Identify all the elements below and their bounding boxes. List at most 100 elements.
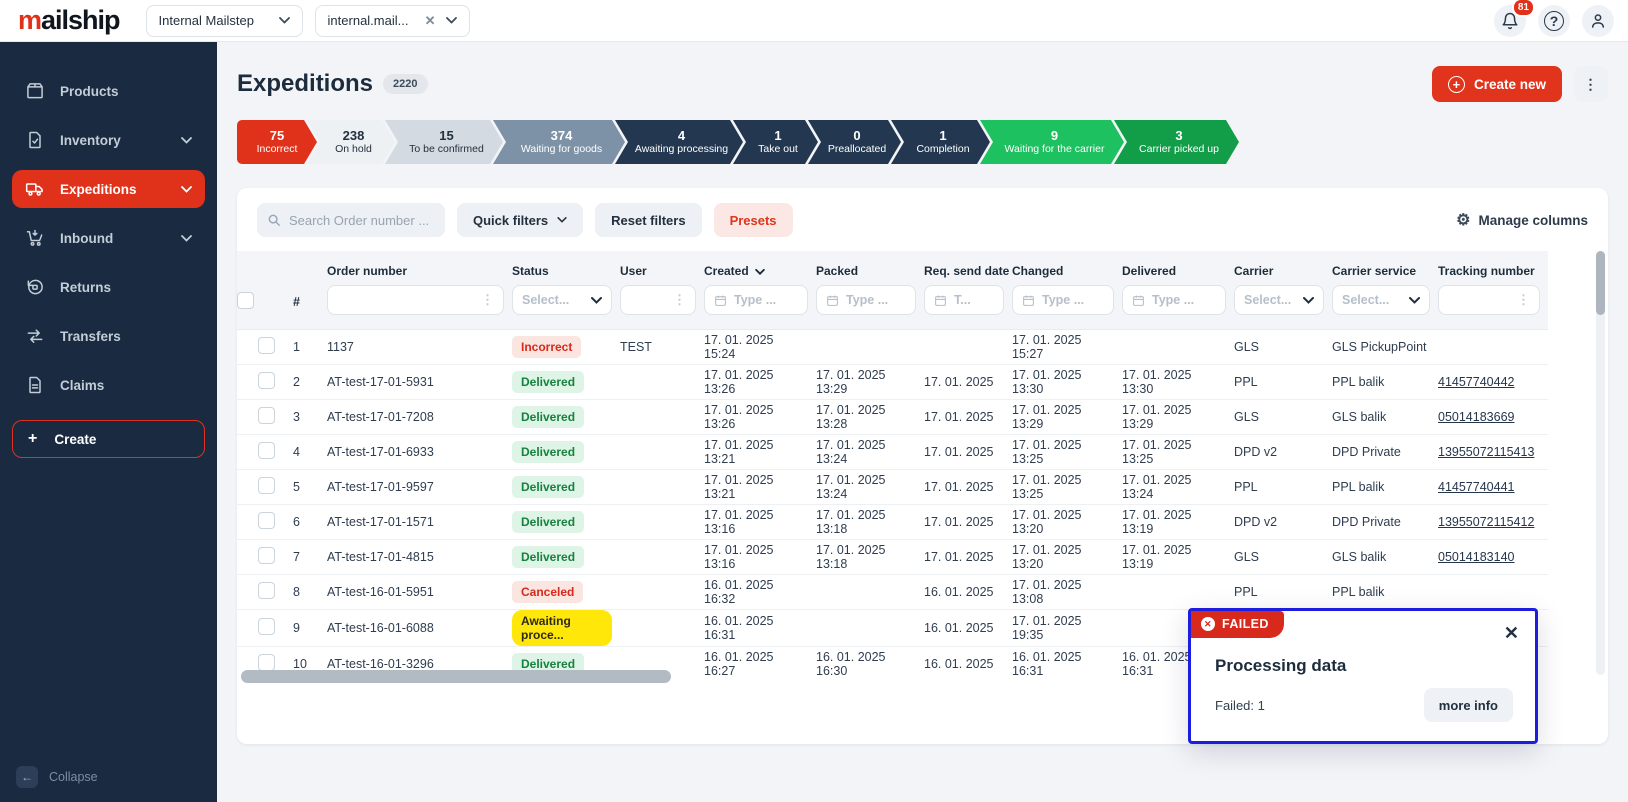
user-menu-button[interactable] [1582, 5, 1614, 37]
row-checkbox[interactable] [258, 512, 275, 529]
status-badge: Awaiting proce... [512, 610, 612, 646]
table-row[interactable]: 7AT-test-17-01-4815Delivered17. 01. 2025… [237, 539, 1548, 574]
pipeline-stage-waiting-for-the-carrier[interactable]: 9Waiting for the carrier [980, 120, 1124, 164]
pipeline-stage-awaiting-processing[interactable]: 4Awaiting processing [615, 120, 743, 164]
filter-created-date[interactable]: Type ... [704, 285, 808, 315]
cell-delivered: 17. 01. 2025 13:24 [1122, 469, 1234, 504]
horizontal-scrollbar[interactable] [241, 670, 671, 683]
tracking-link[interactable]: 05014183140 [1438, 550, 1514, 564]
create-new-button[interactable]: + Create new [1432, 66, 1562, 102]
mailship-logo[interactable]: mailship [18, 5, 120, 36]
vertical-scrollbar-track[interactable] [1596, 251, 1605, 675]
row-checkbox[interactable] [258, 547, 275, 564]
filter-req-send-date[interactable]: T... [924, 285, 1004, 315]
help-button[interactable]: ? [1538, 5, 1570, 37]
sidebar-item-inbound[interactable]: Inbound [12, 219, 205, 257]
filter-menu-icon[interactable]: ⋮ [673, 292, 686, 308]
col-delivered[interactable]: Delivered [1122, 251, 1234, 285]
col-carrier-service[interactable]: Carrier service [1332, 251, 1438, 285]
remove-tag-icon[interactable]: ✕ [425, 13, 436, 29]
table-row[interactable]: 4AT-test-17-01-6933Delivered17. 01. 2025… [237, 434, 1548, 469]
pipeline-stage-incorrect[interactable]: 75Incorrect [237, 120, 317, 164]
pipeline-stage-carrier-picked-up[interactable]: 3Carrier picked up [1114, 120, 1239, 164]
tracking-link[interactable]: 13955072115413 [1438, 445, 1534, 459]
pipeline-stage-completion[interactable]: 1Completion [891, 120, 990, 164]
table-row[interactable]: 11137IncorrectTEST17. 01. 2025 15:2417. … [237, 329, 1548, 364]
table-row[interactable]: 6AT-test-17-01-1571Delivered17. 01. 2025… [237, 504, 1548, 539]
row-checkbox[interactable] [258, 442, 275, 459]
col-carrier[interactable]: Carrier [1234, 251, 1332, 285]
cell-order-number: AT-test-17-01-5931 [327, 364, 512, 399]
col-status[interactable]: Status [512, 251, 620, 285]
pipeline-stage-waiting-for-goods[interactable]: 374Waiting for goods [493, 120, 625, 164]
vertical-scrollbar-thumb[interactable] [1596, 251, 1605, 315]
error-circle-icon: ✕ [1201, 617, 1215, 631]
filter-user-input[interactable]: ⋮ [620, 285, 696, 315]
row-checkbox[interactable] [258, 372, 275, 389]
row-checkbox[interactable] [258, 477, 275, 494]
filter-changed-date[interactable]: Type ... [1012, 285, 1114, 315]
table-row[interactable]: 8AT-test-16-01-5951Canceled16. 01. 2025 … [237, 574, 1548, 609]
col-user[interactable]: User [620, 251, 704, 285]
manage-columns-button[interactable]: ⚙ Manage columns [1456, 210, 1588, 230]
col-created[interactable]: Created [704, 251, 816, 285]
sidebar-item-inventory[interactable]: Inventory [12, 121, 205, 159]
notifications-button[interactable]: 81 [1494, 5, 1526, 37]
col-order-number[interactable]: Order number [327, 251, 512, 285]
filter-packed-date[interactable]: Type ... [816, 285, 916, 315]
col-tracking-number[interactable]: Tracking number [1438, 251, 1548, 285]
filter-carrier-select[interactable]: Select... [1234, 285, 1324, 315]
col-packed[interactable]: Packed [816, 251, 924, 285]
table-row[interactable]: 2AT-test-17-01-5931Delivered17. 01. 2025… [237, 364, 1548, 399]
tracking-link[interactable]: 41457740441 [1438, 480, 1514, 494]
tracking-link[interactable]: 13955072115412 [1438, 515, 1534, 529]
select-all-checkbox[interactable] [237, 292, 254, 309]
sidebar-item-transfers[interactable]: Transfers [12, 317, 205, 355]
pipeline-stage-to-be-confirmed[interactable]: 15To be confirmed [385, 120, 503, 164]
row-checkbox[interactable] [258, 582, 275, 599]
quick-filters-button[interactable]: Quick filters [457, 203, 583, 237]
close-icon[interactable]: ✕ [1504, 623, 1519, 644]
row-checkbox[interactable] [258, 618, 275, 635]
collapse-sidebar-button[interactable]: ← Collapse [16, 766, 98, 788]
row-checkbox[interactable] [258, 407, 275, 424]
more-actions-button[interactable]: ⋮ [1574, 66, 1608, 102]
user-icon [1589, 12, 1607, 30]
sidebar-item-products[interactable]: Products [12, 72, 205, 110]
search-input[interactable]: Search Order number ... [257, 203, 445, 237]
col-req-send-date[interactable]: Req. send date [924, 251, 1012, 285]
pipeline-stage-preallocated[interactable]: 0Preallocated [808, 120, 901, 164]
filter-menu-icon[interactable]: ⋮ [481, 292, 494, 308]
active-filter-tag[interactable]: internal.mail... ✕ [315, 5, 470, 37]
pipeline-stage-take-out[interactable]: 1Take out [733, 120, 818, 164]
sidebar-item-expeditions[interactable]: Expeditions [12, 170, 205, 208]
more-info-button[interactable]: more info [1424, 688, 1513, 722]
chevron-down-icon [181, 235, 192, 242]
sidebar-create-button[interactable]: + Create [12, 420, 205, 458]
filter-tracking-input[interactable]: ⋮ [1438, 285, 1540, 315]
table-row[interactable]: 3AT-test-17-01-7208Delivered17. 01. 2025… [237, 399, 1548, 434]
cell-changed: 17. 01. 2025 13:20 [1012, 539, 1122, 574]
cell-changed: 17. 01. 2025 13:29 [1012, 399, 1122, 434]
filter-menu-icon[interactable]: ⋮ [1517, 292, 1530, 308]
presets-button[interactable]: Presets [714, 203, 793, 237]
sidebar-item-returns[interactable]: Returns [12, 268, 205, 306]
table-row[interactable]: 5AT-test-17-01-9597Delivered17. 01. 2025… [237, 469, 1548, 504]
filter-order-number-input[interactable]: ⋮ [327, 285, 504, 315]
cell-delivered [1122, 574, 1234, 609]
cell-delivered: 17. 01. 2025 13:30 [1122, 364, 1234, 399]
status-badge: Canceled [512, 581, 583, 603]
reset-filters-button[interactable]: Reset filters [595, 203, 701, 237]
tracking-link[interactable]: 05014183669 [1438, 410, 1514, 424]
pipeline-stage-on-hold[interactable]: 238On hold [307, 120, 395, 164]
filter-carrier-service-select[interactable]: Select... [1332, 285, 1430, 315]
tracking-link[interactable]: 41457740442 [1438, 375, 1514, 389]
filter-status-select[interactable]: Select... [512, 285, 612, 315]
workspace-select[interactable]: Internal Mailstep [146, 5, 303, 37]
cell-order-number: AT-test-17-01-9597 [327, 469, 512, 504]
col-changed[interactable]: Changed [1012, 251, 1122, 285]
row-checkbox[interactable] [258, 654, 275, 671]
filter-delivered-date[interactable]: Type ... [1122, 285, 1226, 315]
row-checkbox[interactable] [258, 337, 275, 354]
sidebar-item-claims[interactable]: Claims [12, 366, 205, 404]
